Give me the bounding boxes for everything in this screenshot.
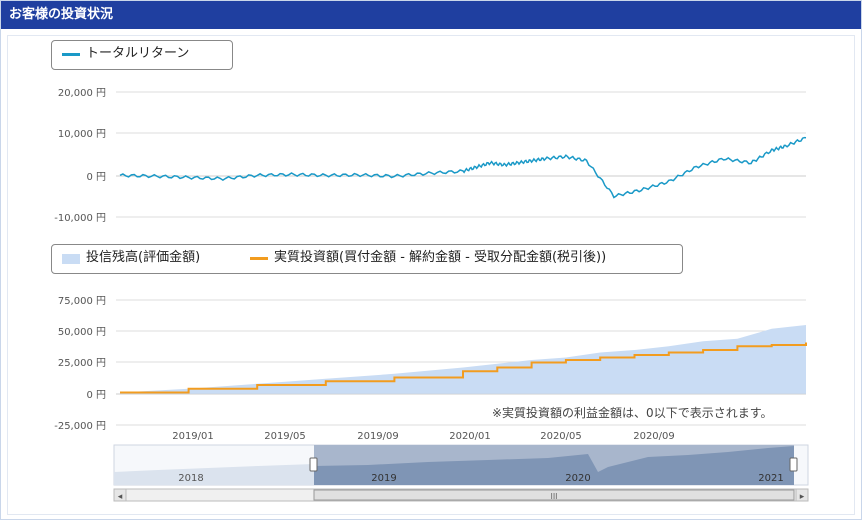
navigator-year-label: 2020 [565,473,590,484]
total-return-chart: 20,000 円 10,000 円 0 円 -10,000 円 [54,88,807,224]
y-tick-label: 25,000 円 [58,358,106,369]
navigator-right-handle[interactable] [789,457,798,472]
investment-balance-chart: 75,000 円 50,000 円 25,000 円 0 円 -25,000 円… [54,296,807,442]
top-gridlines [116,91,806,218]
x-tick-label: 2020/05 [540,431,582,442]
panel-header: お客様の投資状況 [1,1,861,29]
navigator-year-label: 2019 [371,473,396,484]
investment-status-panel: お客様の投資状況 トータルリターン 20,000 円 10,000 円 0 円 … [0,0,862,520]
x-tick-label: 2020/09 [633,431,675,442]
y-tick-label: 0 円 [86,172,106,183]
scrollbar-left-arrow-icon: ◂ [118,492,123,502]
y-tick-label: -25,000 円 [54,421,106,432]
x-tick-label: 2019/05 [264,431,306,442]
scrollbar-grip-icon: III [550,492,557,501]
y-tick-label: 0 円 [86,390,106,401]
y-tick-label: 75,000 円 [58,296,106,307]
x-tick-label: 2019/01 [172,431,214,442]
balance-series-area [120,325,806,394]
panel-title: お客様の投資状況 [9,7,114,22]
bottom-yaxis-labels: 75,000 円 50,000 円 25,000 円 0 円 -25,000 円 [54,296,106,432]
navigator-left-handle[interactable] [309,457,318,472]
total-return-series-line [119,136,807,199]
top-yaxis-labels: 20,000 円 10,000 円 0 円 -10,000 円 [54,88,106,224]
legend-line-icon [250,257,268,260]
legend-area-icon [62,254,80,264]
navigator-year-label: 2018 [178,473,203,484]
legend-item-balance[interactable]: 投信残高(評価金額) [86,245,200,271]
x-tick-label: 2019/09 [357,431,399,442]
chart-area: トータルリターン 20,000 円 10,000 円 0 円 -10,000 円… [7,35,855,515]
y-tick-label: 10,000 円 [58,129,106,140]
x-axis-labels: 2019/01 2019/05 2019/09 2020/01 2020/05 … [172,431,675,442]
x-tick-label: 2020/01 [449,431,491,442]
navigator-year-label: 2021 [758,473,783,484]
y-tick-label: 50,000 円 [58,327,106,338]
legend-item-net-investment[interactable]: 実質投資額(買付金額 - 解約金額 - 受取分配金額(税引後)) [274,245,606,271]
profit-note: ※実質投資額の利益金額は、0以下で表示されます。 [492,406,773,420]
balance-legend: 投信残高(評価金額) 実質投資額(買付金額 - 解約金額 - 受取分配金額(税引… [51,244,683,274]
y-tick-label: 20,000 円 [58,88,106,99]
y-tick-label: -10,000 円 [54,213,106,224]
scrollbar-right-arrow-icon: ▸ [800,492,805,502]
range-navigator[interactable]: 2018 2019 2020 2021 ◂ ▸ III [8,442,854,514]
